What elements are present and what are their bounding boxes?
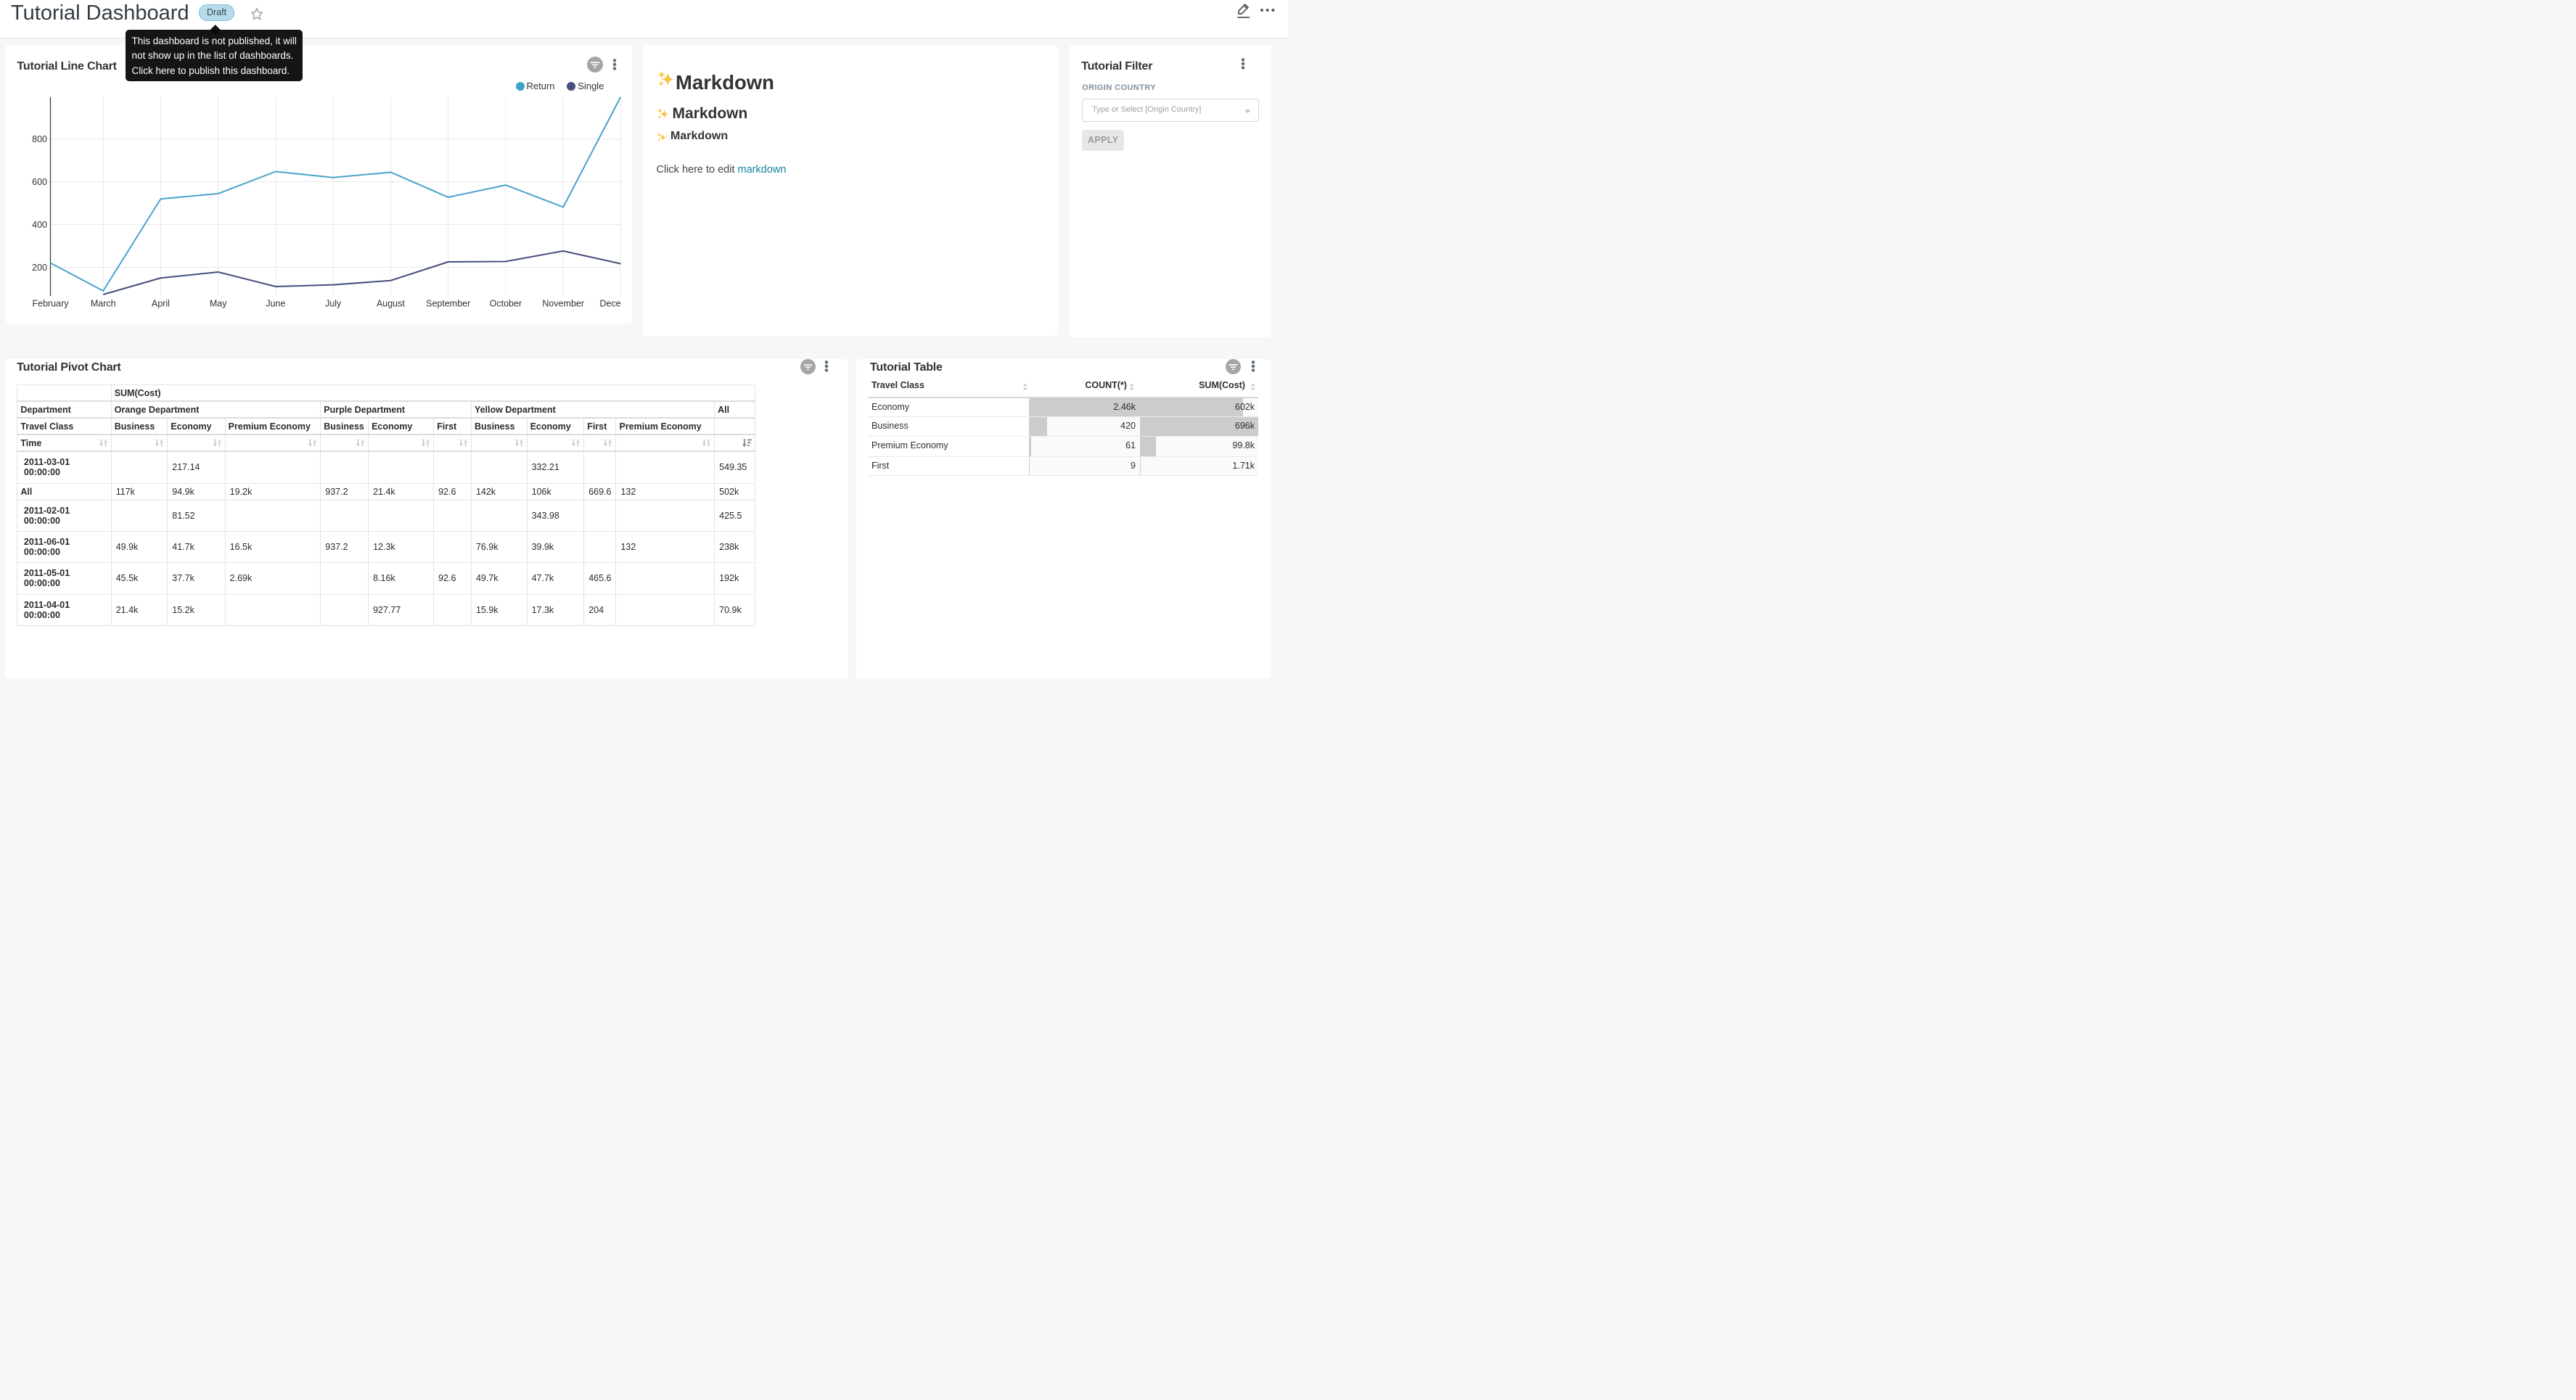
svg-text:400: 400: [32, 220, 47, 230]
svg-text:April: April: [151, 299, 169, 309]
svg-text:November: November: [542, 299, 584, 309]
svg-text:600: 600: [32, 177, 47, 187]
svg-text:February: February: [32, 299, 69, 309]
svg-text:August: August: [376, 299, 404, 309]
svg-text:July: July: [325, 299, 342, 309]
svg-text:200: 200: [32, 263, 47, 273]
svg-text:800: 800: [32, 134, 47, 144]
svg-text:September: September: [426, 299, 470, 309]
svg-text:December: December: [599, 299, 621, 309]
svg-text:March: March: [90, 299, 115, 309]
svg-text:June: June: [266, 299, 285, 309]
svg-text:October: October: [489, 299, 521, 309]
svg-text:May: May: [209, 299, 226, 309]
